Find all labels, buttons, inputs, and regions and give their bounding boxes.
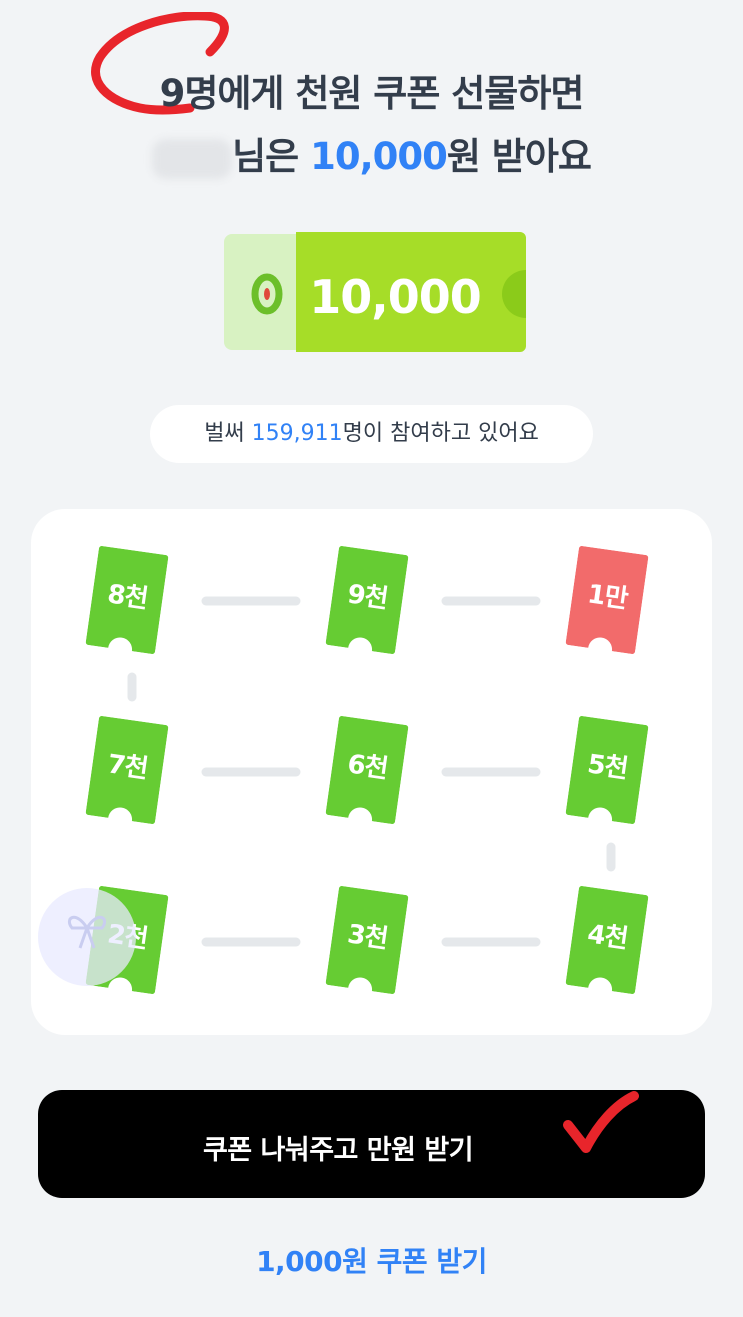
ticket-9: 4천 (565, 886, 649, 995)
page-title: 9명에게 천원 쿠폰 선물하면 님은 10,000원 받아요 (0, 62, 743, 188)
headline-end: 원 받아요 (446, 135, 592, 178)
headline-name-suffix: 님은 (232, 135, 299, 178)
blurred-name (152, 138, 233, 179)
ticket-6: 5천 (565, 716, 649, 825)
participants-badge: 벌써 159,911명이 참여하고 있어요 (150, 405, 593, 463)
ticket-1: 8천 (85, 546, 169, 655)
participants-suffix: 명이 참여하고 있어요 (342, 421, 539, 446)
ticket-3: 1만 (565, 546, 649, 655)
ticket-2: 9천 (325, 546, 409, 655)
ticket-5: 6천 (325, 716, 409, 825)
participants-prefix: 벌써 (204, 421, 245, 446)
coupon-value: 10,000 (309, 270, 482, 324)
get-coupon-link[interactable]: 1,000원 쿠폰 받기 (0, 1240, 743, 1280)
ticket-4: 7천 (85, 716, 169, 825)
headline-line1: 9명에게 천원 쿠폰 선물하면 (159, 72, 585, 115)
share-coupon-button-label: 쿠폰 나눠주고 만원 받기 (202, 1135, 474, 1166)
participants-count: 159,911 (251, 421, 343, 446)
gift-ribbon-icon (67, 915, 107, 949)
headline-line2: 님은 10,000원 받아요 (0, 125, 743, 188)
avatar[interactable] (38, 888, 136, 986)
red-check-icon (563, 1091, 639, 1153)
headline-amount: 10,000 (310, 135, 448, 178)
ticket-8: 3천 (325, 886, 409, 995)
